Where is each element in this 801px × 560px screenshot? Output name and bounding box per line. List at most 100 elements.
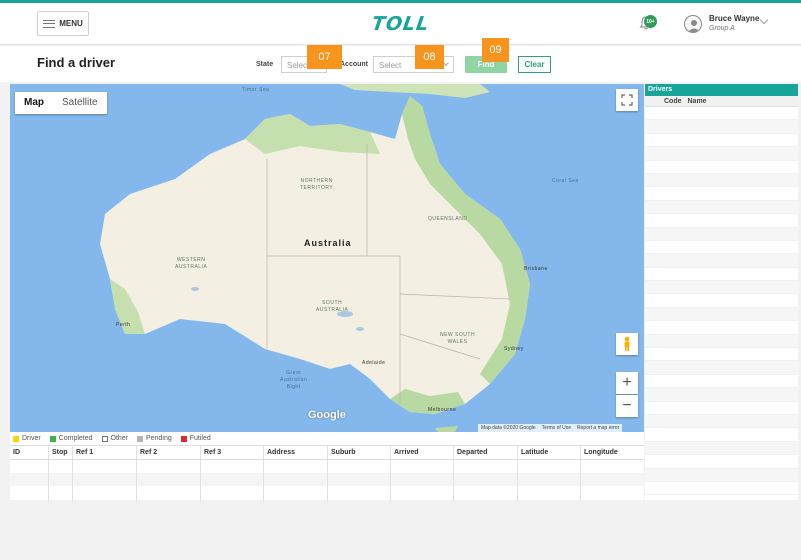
list-item xyxy=(645,147,798,161)
table-header: ID Stop Ref 1 Ref 2 Ref 3 Address Suburb… xyxy=(10,446,644,460)
map-label-perth: Perth xyxy=(116,322,131,328)
column-header-latitude[interactable]: Latitude xyxy=(518,446,581,459)
zoom-in-button[interactable]: + xyxy=(616,372,638,394)
list-item xyxy=(645,214,798,228)
tab-satellite[interactable]: Satellite xyxy=(53,92,107,114)
list-item xyxy=(645,402,798,415)
map-label-timor-sea: Timor Sea xyxy=(242,87,270,93)
avatar[interactable] xyxy=(684,15,702,33)
map-label-adelaide: Adelaide xyxy=(362,360,386,366)
legend-item-pending: Pending xyxy=(137,435,172,442)
column-header-suburb[interactable]: Suburb xyxy=(328,446,391,459)
legend-swatch xyxy=(137,435,144,442)
column-header-ref1[interactable]: Ref 1 xyxy=(73,446,137,459)
legend-label: Driver xyxy=(22,435,41,442)
list-item xyxy=(645,455,798,469)
legend-swatch xyxy=(180,435,187,442)
pegman-icon xyxy=(624,336,630,351)
map-label-northern-territory: NORTHERN TERRITORY xyxy=(300,178,334,191)
list-item xyxy=(645,241,798,255)
legend-item-futiled: Futiled xyxy=(180,435,211,442)
app-header: MENU TOLL 10+ Bruce Wayne Group A xyxy=(0,3,801,45)
terms-of-use-link[interactable]: Terms of Use xyxy=(542,425,571,431)
plus-icon: + xyxy=(622,374,632,391)
column-header-id[interactable]: ID xyxy=(10,446,49,459)
stops-table: ID Stop Ref 1 Ref 2 Ref 3 Address Suburb… xyxy=(10,445,644,501)
list-item xyxy=(645,482,798,496)
legend-swatch xyxy=(101,435,108,442)
state-label: State xyxy=(256,61,274,68)
drivers-panel-header: Code Name xyxy=(645,96,798,107)
user-name[interactable]: Bruce Wayne xyxy=(709,14,759,23)
map-label-sydney: Sydney xyxy=(504,346,524,352)
list-item xyxy=(645,388,798,402)
map-label-melbourne: Melbourne xyxy=(428,407,457,413)
list-item xyxy=(645,361,798,375)
column-header-departed[interactable]: Departed xyxy=(454,446,518,459)
list-item xyxy=(645,107,798,121)
legend-item-completed: Completed xyxy=(49,435,93,442)
map-label-coral-sea: Coral Sea xyxy=(552,178,579,184)
hamburger-icon xyxy=(43,19,56,28)
list-item xyxy=(645,294,798,308)
australia-map-graphic xyxy=(100,84,530,432)
legend-swatch xyxy=(49,435,56,442)
column-divider xyxy=(517,460,518,501)
notification-badge: 10+ xyxy=(644,15,657,28)
drivers-panel-title: Drivers xyxy=(645,84,798,96)
fullscreen-icon xyxy=(621,94,633,106)
column-header-arrived[interactable]: Arrived xyxy=(391,446,454,459)
legend-label: Completed xyxy=(58,435,93,442)
report-map-error-link[interactable]: Report a map error xyxy=(577,425,619,431)
user-group: Group A xyxy=(709,25,735,32)
page-title: Find a driver xyxy=(37,55,116,70)
column-divider xyxy=(48,460,49,501)
column-divider xyxy=(263,460,264,501)
column-divider xyxy=(72,460,73,501)
tab-map[interactable]: Map xyxy=(15,92,53,114)
menu-button[interactable]: MENU xyxy=(37,11,89,36)
column-header-name[interactable]: Name xyxy=(688,98,707,106)
chevron-down-icon[interactable] xyxy=(759,15,769,25)
zoom-out-button[interactable]: − xyxy=(616,395,638,417)
google-logo: Google xyxy=(308,409,346,421)
column-header-longitude[interactable]: Longitude xyxy=(581,446,644,459)
drivers-panel: Drivers Code Name xyxy=(645,84,798,500)
map-label-queensland: QUEENSLAND xyxy=(428,216,468,222)
status-legend: Driver Completed Other Pending Futiled xyxy=(10,432,644,445)
street-view-button[interactable] xyxy=(616,333,638,355)
list-item xyxy=(645,468,798,482)
legend-swatch xyxy=(13,435,19,442)
list-item xyxy=(645,307,798,322)
map-label-brisbane: Brisbane xyxy=(524,266,548,272)
fullscreen-button[interactable] xyxy=(616,89,638,111)
column-header-stop[interactable]: Stop xyxy=(49,446,73,459)
list-item xyxy=(645,120,798,134)
account-select-value: Select xyxy=(379,61,402,70)
state-select-value: Select xyxy=(287,61,310,70)
column-header-ref2[interactable]: Ref 2 xyxy=(137,446,201,459)
column-header-address[interactable]: Address xyxy=(264,446,328,459)
callout-09: 09 xyxy=(482,38,509,62)
clear-button[interactable]: Clear xyxy=(518,56,551,73)
map-label-western-australia: WESTERN AUSTRALIA xyxy=(175,257,208,270)
list-item xyxy=(645,334,798,349)
menu-label: MENU xyxy=(59,19,83,28)
column-header-ref3[interactable]: Ref 3 xyxy=(201,446,264,459)
map-label-new-south-wales: NEW SOUTH WALES xyxy=(440,332,476,345)
list-item xyxy=(645,321,798,335)
map-type-tabs: Map Satellite xyxy=(15,92,107,114)
callout-07: 07 xyxy=(307,45,342,69)
column-divider xyxy=(453,460,454,501)
legend-label: Pending xyxy=(146,435,172,442)
column-divider xyxy=(200,460,201,501)
search-toolbar: Find a driver State Select Account Selec… xyxy=(0,46,801,82)
minus-icon: − xyxy=(622,397,632,414)
column-header-code[interactable]: Code xyxy=(664,98,682,106)
map-label-australia: Australia xyxy=(304,238,352,248)
list-item xyxy=(645,200,798,215)
list-item xyxy=(645,134,798,148)
toll-logo: TOLL xyxy=(370,13,431,35)
map-view[interactable]: Map Satellite + − Timor Sea Coral Sea NO… xyxy=(10,84,644,432)
legend-item-other: Other xyxy=(101,435,128,442)
